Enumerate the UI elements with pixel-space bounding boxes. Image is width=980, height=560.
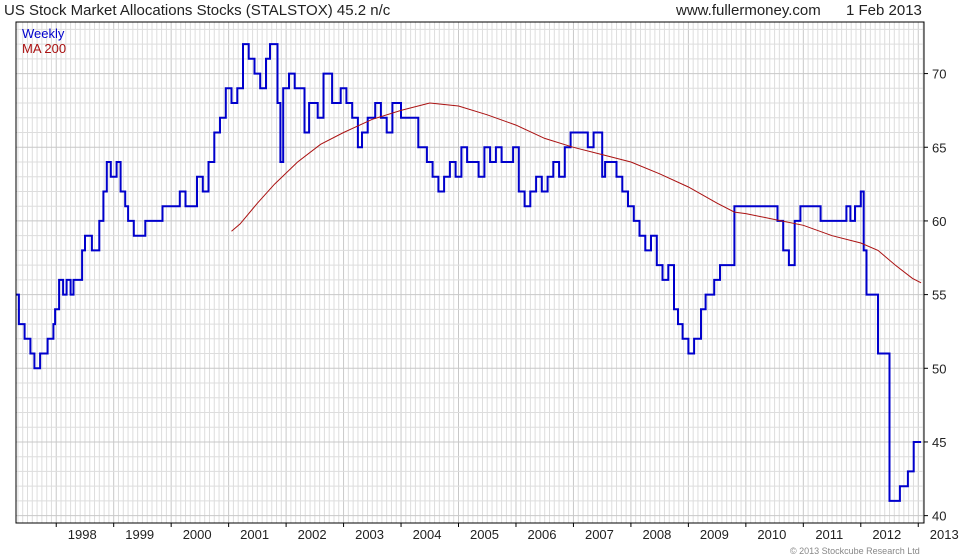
x-tick-label: 2001 [240,527,269,542]
x-tick-label: 2010 [757,527,786,542]
y-tick-label: 40 [932,509,946,524]
x-tick-label: 2013 [930,527,959,542]
x-tick-label: 2002 [298,527,327,542]
y-tick-label: 65 [932,140,946,155]
x-tick-label: 2012 [872,527,901,542]
x-tick-label: 2000 [183,527,212,542]
chart-legend: WeeklyMA 200 [22,26,66,56]
copyright-label: © 2013 Stockcube Research Ltd [790,546,920,556]
y-tick-label: 50 [932,361,946,376]
legend-weekly: Weekly [22,26,65,41]
x-tick-label: 2007 [585,527,614,542]
x-tick-label: 1998 [68,527,97,542]
x-tick-label: 2004 [413,527,442,542]
y-tick-label: 45 [932,435,946,450]
chart-canvas: 1998 1999 2000 2001 2002 2003 2004 2005 2006 2007… [15,21,959,542]
y-tick-label: 60 [932,214,946,229]
x-tick-label: 2009 [700,527,729,542]
x-tick-label: 2003 [355,527,384,542]
legend-ma200: MA 200 [22,41,66,56]
x-tick-label: 2011 [815,527,843,542]
y-tick-label: 55 [932,288,946,303]
x-tick-label: 1999 [125,527,154,542]
x-tick-label: 2006 [528,527,557,542]
x-tick-label: 2005 [470,527,499,542]
x-tick-label: 2008 [642,527,671,542]
chart-grid [16,22,924,523]
y-tick-label: 70 [932,67,946,82]
